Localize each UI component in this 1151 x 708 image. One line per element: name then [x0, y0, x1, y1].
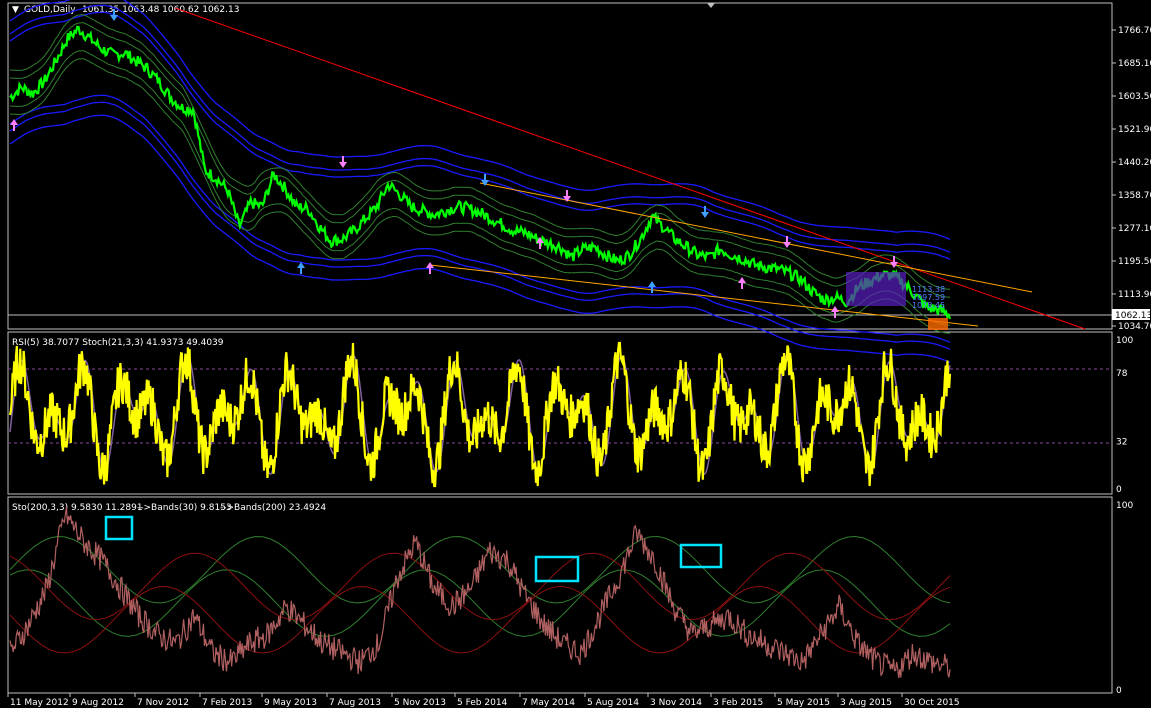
rsi-y-axis: 100 78 32 0: [1116, 336, 1133, 495]
ohlc-header: 1061.35 1063.48 1060.62 1062.13: [82, 5, 239, 15]
sto-legend-bands200: -->Bands(200) 23.4924: [220, 503, 326, 513]
end-marker-orange: [928, 318, 948, 330]
price-tick-label: 1034.70: [1118, 322, 1151, 332]
arrow-up-icon: [831, 306, 839, 318]
band-line: [9, 114, 951, 363]
x-tick-label: 7 Aug 2013: [329, 698, 381, 708]
highlight-box: [679, 543, 723, 569]
x-tick-label: 5 May 2015: [777, 698, 830, 708]
trading-chart: ▼ GOLD,Daily 1061.35 1063.48 1060.62 106…: [7, 0, 1151, 708]
price-tick-label: 1277.10: [1118, 224, 1151, 234]
purple-zone: [846, 272, 906, 306]
rsi-tick-label: 78: [1116, 369, 1128, 379]
header-triangle-icon: ▼: [12, 5, 19, 15]
rsi-tick-label: 100: [1116, 336, 1133, 346]
highlight-box: [534, 555, 580, 583]
x-tick-label: 3 Aug 2015: [840, 698, 892, 708]
rsi-tick-label: 0: [1116, 485, 1122, 495]
sto-line: [9, 506, 951, 679]
band-line: [9, 0, 951, 240]
band-line: [9, 101, 951, 350]
x-tick-label: 3 Nov 2014: [650, 698, 702, 708]
price-tick-label: 1195.50: [1118, 257, 1151, 267]
sto-legend-bands30: -->Bands(30) 9.8153: [137, 503, 232, 513]
x-tick-label: 5 Aug 2014: [587, 698, 639, 708]
sto-header: Sto(200,3,3) 9.5830 11.2891: [12, 503, 143, 513]
top-marker-icon: [707, 3, 715, 8]
sto-bands: [9, 535, 951, 654]
current-price-label: 1062.13: [1115, 311, 1151, 321]
x-tick-label: 9 Aug 2012: [72, 698, 124, 708]
envelope-line: [9, 22, 951, 298]
x-tick-label: 7 May 2014: [522, 698, 575, 708]
price-tick-label: 1358.70: [1118, 191, 1151, 201]
x-tick-label: 11 May 2012: [10, 698, 69, 708]
x-tick-label: 5 Feb 2014: [457, 698, 508, 708]
price-tick-label: 1440.20: [1118, 158, 1151, 168]
x-tick-label: 7 Nov 2012: [137, 698, 189, 708]
arrow-up-icon: [297, 262, 305, 274]
sto-panel-frame: [7, 496, 1113, 694]
x-tick-label: 30 Oct 2015: [904, 698, 960, 708]
price-tick-label: 1766.70: [1118, 26, 1151, 36]
arrow-down-icon: [339, 156, 347, 168]
rsi-header: RSI(5) 38.7077 Stoch(21,3,3) 41.9373 49.…: [12, 338, 224, 348]
sto-tick-label: 0: [1116, 686, 1122, 696]
x-tick-label: 9 May 2013: [264, 698, 317, 708]
price-y-axis: 1766.70 1685.10 1603.50 1521.90 1440.20 1358.…: [1112, 26, 1151, 332]
inline-label-3: 1078.45: [912, 301, 945, 310]
price-tick-label: 1685.10: [1118, 59, 1151, 69]
price-tick-label: 1113.90: [1118, 290, 1151, 300]
rsi-tick-label: 32: [1116, 437, 1127, 447]
band-line: [9, 11, 951, 260]
x-tick-label: 7 Feb 2013: [202, 698, 252, 708]
sto-y-axis: 100 0: [1116, 501, 1133, 696]
orange-trendline-upper: [479, 182, 1033, 293]
arrow-up-icon: [426, 262, 434, 274]
x-tick-label: 3 Feb 2015: [713, 698, 763, 708]
price-tick-label: 1603.50: [1118, 92, 1151, 102]
blue-bands: [9, 0, 951, 363]
arrow-up-icon: [738, 277, 746, 289]
highlight-box: [104, 515, 134, 541]
arrow-up-icon: [648, 281, 656, 293]
rsi-line: [8, 341, 952, 488]
arrow-down-icon: [701, 206, 709, 218]
price-tick-label: 1521.90: [1118, 125, 1151, 135]
x-tick-label: 5 Nov 2013: [394, 698, 446, 708]
arrow-up-icon: [10, 119, 18, 131]
red-trendline: [174, 7, 1086, 330]
x-axis: 11 May 2012 9 Aug 2012 7 Nov 2012 7 Feb 201…: [7, 693, 960, 708]
price-line: [9, 25, 952, 320]
sto-band-line: [9, 585, 951, 654]
sto-tick-label: 100: [1116, 501, 1133, 511]
